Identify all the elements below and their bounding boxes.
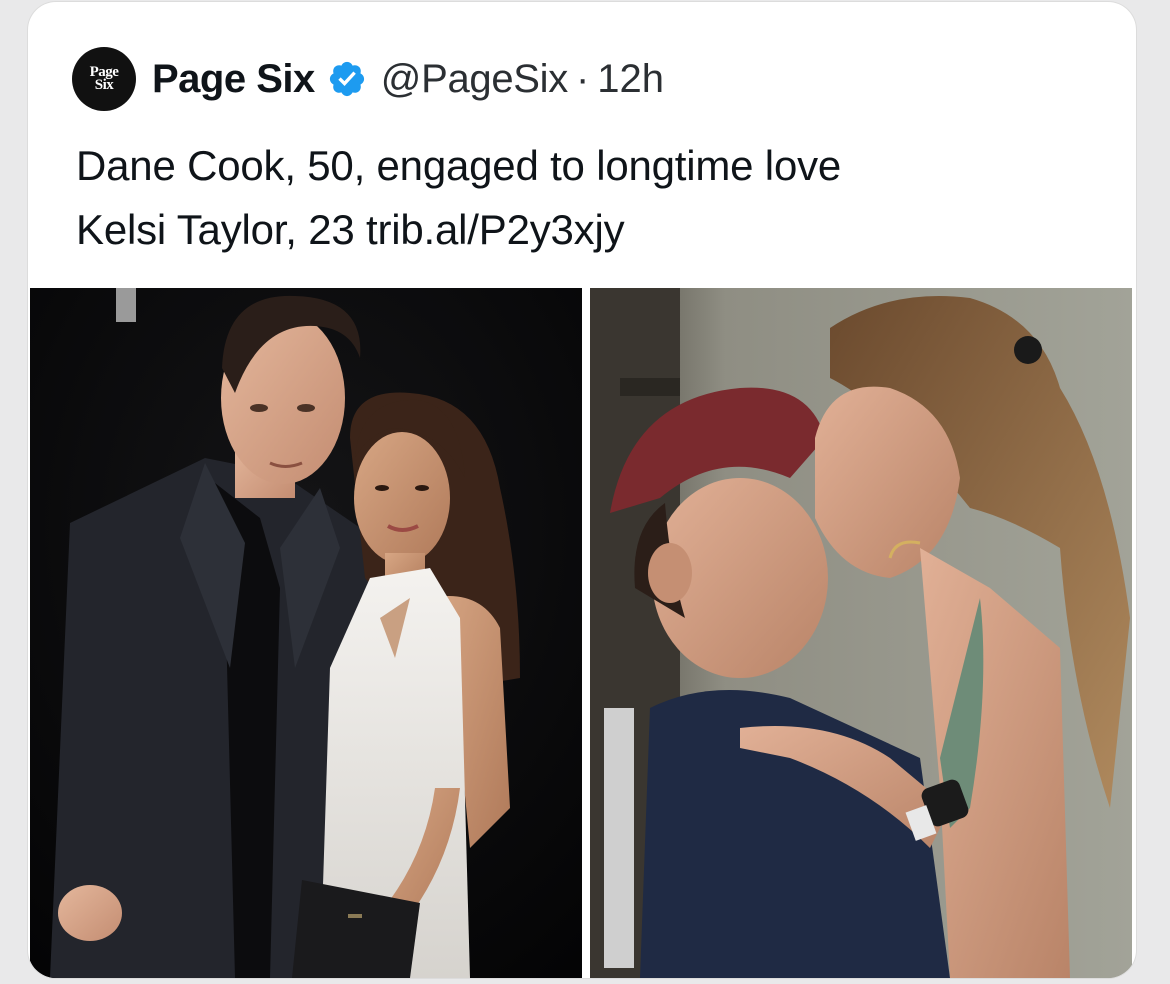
avatar-text-line2: Six (94, 77, 114, 93)
tweet-header: Page Six Page Six @PageSix · 12h (72, 47, 664, 111)
tweet-text-line-1: Dane Cook, 50, engaged to longtime love (76, 142, 842, 189)
tweet-media[interactable] (30, 288, 1132, 978)
couple-posing-photo[interactable] (30, 288, 582, 978)
avatar[interactable]: Page Six (72, 47, 136, 111)
separator-dot: · (575, 56, 590, 101)
verified-badge-icon (327, 59, 367, 99)
tweet-card[interactable]: Page Six Page Six @PageSix · 12h Dane Co… (28, 2, 1136, 978)
couple-kissing-photo[interactable] (590, 288, 1132, 978)
timestamp[interactable]: 12h (597, 57, 664, 102)
user-handle[interactable]: @PageSix (381, 57, 569, 102)
tweet-text: Dane Cook, 50, engaged to longtime love … (76, 134, 1116, 262)
tweet-text-line-2[interactable]: Kelsi Taylor, 23 trib.al/P2y3xjy (76, 198, 1116, 262)
display-name[interactable]: Page Six (152, 57, 315, 102)
